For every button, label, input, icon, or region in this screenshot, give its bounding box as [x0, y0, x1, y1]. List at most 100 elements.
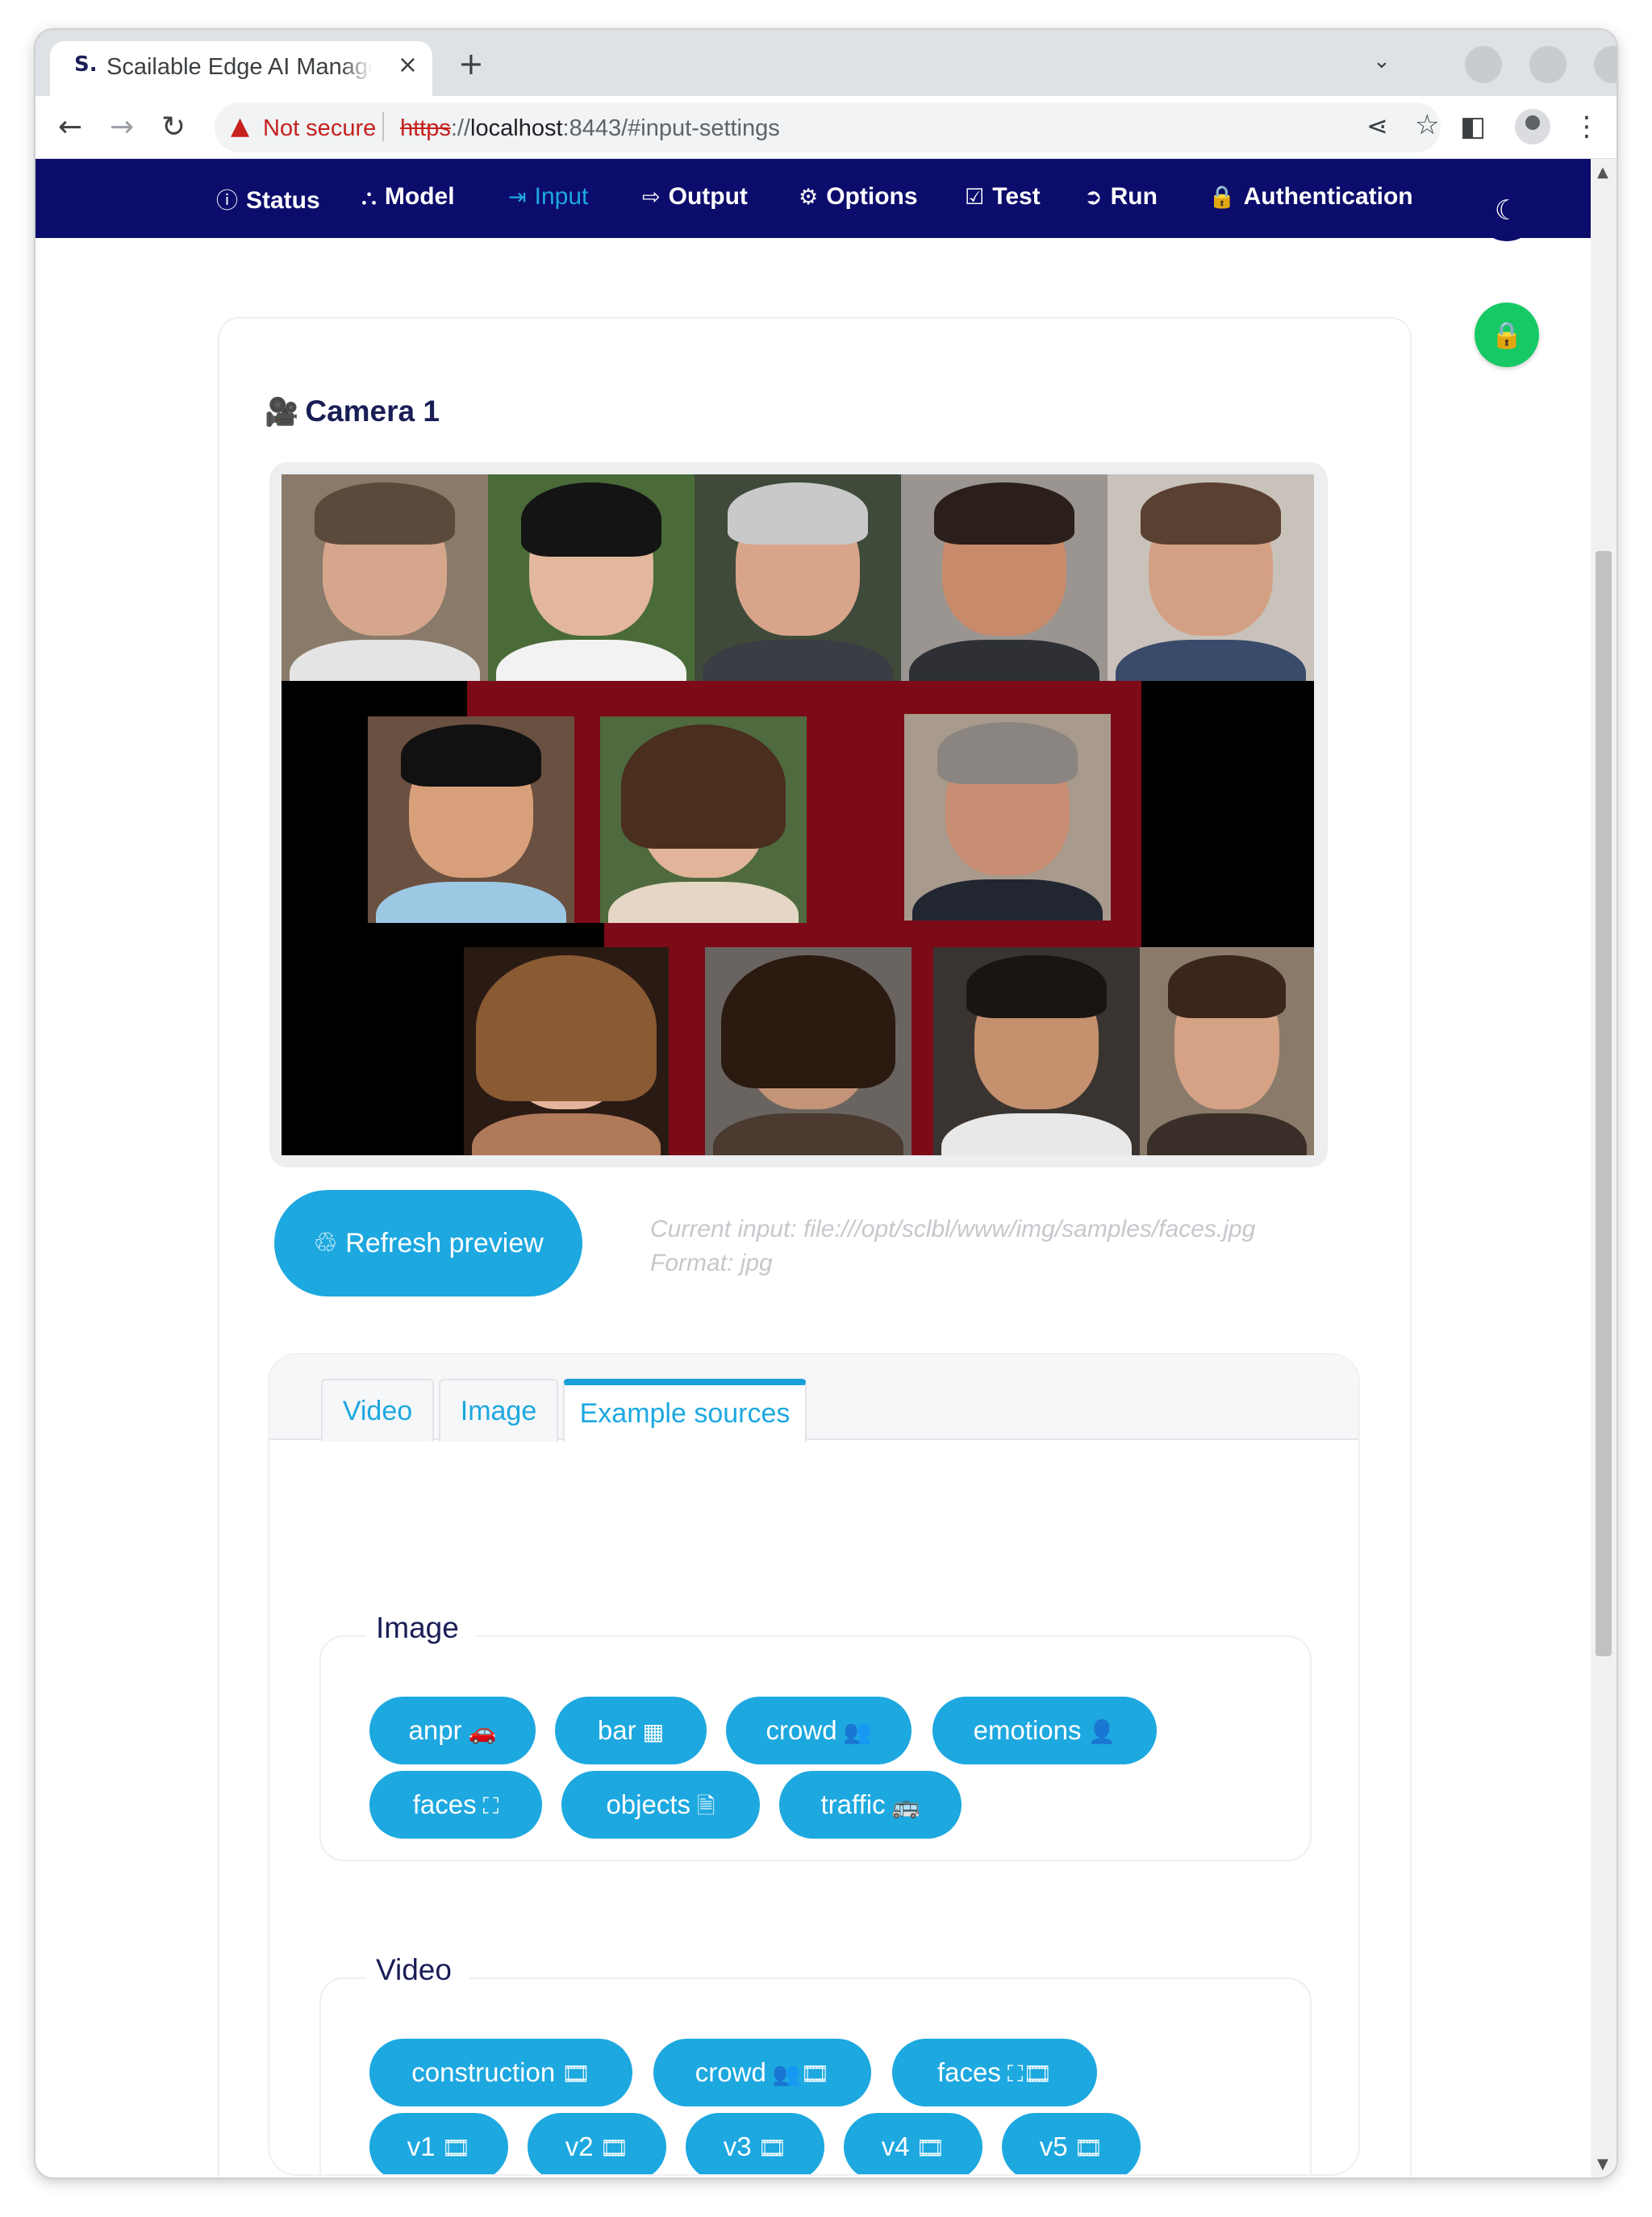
- pill-label: faces: [937, 2057, 1001, 2087]
- pill-label: crowd: [695, 2057, 766, 2087]
- example-video-crowd[interactable]: crowd 👥🎞: [653, 2039, 871, 2106]
- face-film-icon: ⛶🎞: [1007, 2060, 1053, 2087]
- nav-model-label: Model: [384, 183, 455, 210]
- scroll-up-arrow-icon[interactable]: ▲: [1597, 164, 1608, 181]
- kebab-menu-icon[interactable]: ⋮: [1573, 111, 1600, 143]
- tab-video[interactable]: Video: [321, 1379, 434, 1442]
- face-thumbnail: [901, 474, 1108, 681]
- face-thumbnail: [464, 947, 669, 1155]
- user-plus-icon: 👤: [1087, 1718, 1116, 1745]
- close-window-button[interactable]: [1594, 46, 1617, 83]
- new-tab-button[interactable]: +: [458, 46, 484, 81]
- refresh-preview-button[interactable]: ♲ Refresh preview: [274, 1190, 582, 1296]
- sign-out-icon: ⇨: [642, 185, 661, 210]
- file-icon: 🗎: [697, 1793, 715, 1819]
- info-circle-icon: ⓘ: [216, 189, 238, 214]
- minimize-button[interactable]: [1465, 46, 1502, 83]
- example-image-emotions[interactable]: emotions 👤: [932, 1697, 1157, 1764]
- example-video-v4[interactable]: v4 🎞: [844, 2113, 982, 2174]
- film-icon: 🎞: [599, 2135, 629, 2161]
- lock-button-icon[interactable]: 🔒: [1475, 303, 1539, 367]
- address-divider: [382, 112, 384, 141]
- nav-status-label: Status: [246, 187, 320, 214]
- pill-label: emotions: [973, 1715, 1082, 1745]
- camera-title: 🎥 Camera 1: [265, 395, 440, 428]
- video-camera-icon: 🎥: [265, 396, 299, 428]
- bookmark-star-icon[interactable]: ☆: [1415, 109, 1439, 141]
- favicon: S.: [74, 52, 98, 77]
- pill-label: v2: [565, 2131, 594, 2161]
- example-video-v3[interactable]: v3 🎞: [686, 2113, 824, 2174]
- nav-status[interactable]: ⓘ Status: [216, 183, 320, 215]
- scrollbar-thumb[interactable]: [1596, 551, 1612, 1656]
- image-legend: Image: [366, 1611, 477, 1645]
- browser-tab[interactable]: S. Scailable Edge AI Manager ×: [50, 41, 432, 96]
- scroll-down-arrow-icon[interactable]: ▼: [1597, 2156, 1608, 2173]
- tab-image[interactable]: Image: [439, 1379, 558, 1442]
- face-thumbnail: [933, 947, 1140, 1155]
- example-image-objects[interactable]: objects 🗎: [561, 1771, 760, 1839]
- share-icon[interactable]: ⋖: [1366, 111, 1388, 141]
- example-video-faces[interactable]: faces ⛶🎞: [892, 2039, 1097, 2106]
- face-thumbnail: [1140, 947, 1314, 1155]
- face-thumbnail: [904, 714, 1111, 921]
- pill-label: v3: [723, 2131, 752, 2161]
- nav-output[interactable]: ⇨ Output: [642, 183, 748, 211]
- not-secure-label[interactable]: Not secure: [263, 115, 376, 142]
- close-tab-icon[interactable]: ×: [398, 51, 418, 79]
- example-video-construction[interactable]: construction 🎞: [369, 2039, 632, 2106]
- camera-title-text: Camera 1: [305, 395, 440, 428]
- qrcode-icon: ▦: [642, 1718, 665, 1745]
- bus-icon: 🚌: [891, 1793, 920, 1819]
- recycle-icon: ♲: [313, 1228, 346, 1259]
- input-info: Current input: file:///opt/sclbl/www/img…: [650, 1213, 1255, 1280]
- film-icon: 🎞: [441, 2135, 471, 2161]
- forward-arrow-icon[interactable]: →: [110, 111, 134, 144]
- diagram-icon: ⛬: [361, 185, 377, 210]
- film-icon: 🎞: [1074, 2135, 1103, 2161]
- address-bar[interactable]: ▲ Not secure https://localhost:8443/#inp…: [215, 102, 1441, 152]
- format-text: Format: jpg: [650, 1250, 773, 1276]
- face-thumbnail: [1108, 474, 1314, 681]
- pill-label: traffic: [820, 1789, 886, 1819]
- pill-label: v4: [881, 2131, 910, 2161]
- gear-icon: ⚙: [799, 185, 819, 210]
- profile-avatar-icon[interactable]: [1515, 109, 1550, 144]
- example-video-v2[interactable]: v2 🎞: [528, 2113, 666, 2174]
- maximize-button[interactable]: [1529, 46, 1566, 83]
- film-icon: 🎞: [916, 2135, 945, 2161]
- users-icon: 👥: [843, 1718, 872, 1745]
- pill-label: faces: [412, 1789, 477, 1819]
- url-text[interactable]: https://localhost:8443/#input-settings: [400, 115, 780, 142]
- tab-example-sources[interactable]: Example sources: [563, 1379, 807, 1442]
- nav-options[interactable]: ⚙ Options: [799, 183, 918, 211]
- example-video-v5[interactable]: v5 🎞: [1002, 2113, 1141, 2174]
- warning-triangle-icon[interactable]: ▲: [231, 112, 249, 140]
- face-thumbnail: [368, 716, 574, 923]
- face-frame-icon: ⛶: [482, 1793, 499, 1819]
- page-scrollbar[interactable]: ▲ ▼: [1591, 159, 1617, 2177]
- tab-search-chevron-icon[interactable]: ⌄: [1373, 49, 1391, 73]
- video-examples-group: Video construction 🎞 crowd 👥🎞 faces ⛶🎞 v1 🎞 …: [319, 1953, 1312, 2174]
- example-image-traffic[interactable]: traffic 🚌: [779, 1771, 962, 1839]
- nav-test[interactable]: ☑ Test: [965, 183, 1041, 211]
- dark-mode-moon-icon[interactable]: ☾: [1476, 180, 1537, 241]
- side-panel-icon[interactable]: ◧: [1460, 111, 1486, 143]
- nav-input[interactable]: ⇥ Input: [508, 183, 588, 211]
- example-image-faces[interactable]: faces ⛶: [369, 1771, 542, 1839]
- nav-model[interactable]: ⛬ Model: [361, 183, 455, 211]
- example-image-crowd[interactable]: crowd 👥: [726, 1697, 912, 1764]
- reload-icon[interactable]: ↻: [161, 111, 186, 144]
- face-thumbnail: [695, 474, 901, 681]
- back-arrow-icon[interactable]: ←: [58, 111, 82, 144]
- nav-authentication-label: Authentication: [1243, 183, 1413, 210]
- nav-authentication[interactable]: 🔒 Authentication: [1208, 183, 1413, 211]
- example-video-v1[interactable]: v1 🎞: [369, 2113, 508, 2174]
- example-image-anpr[interactable]: anpr 🚗: [369, 1697, 536, 1764]
- page-viewport: ⓘ Status ⛬ Model ⇥ Input ⇨ Output ⚙ Options ☑…: [35, 159, 1591, 2177]
- lock-icon: 🔒: [1208, 185, 1236, 210]
- example-image-bar[interactable]: bar ▦: [555, 1697, 707, 1764]
- pill-label: crowd: [766, 1715, 837, 1745]
- sign-in-icon: ⇥: [508, 185, 527, 210]
- nav-run[interactable]: ➲ Run: [1084, 183, 1158, 211]
